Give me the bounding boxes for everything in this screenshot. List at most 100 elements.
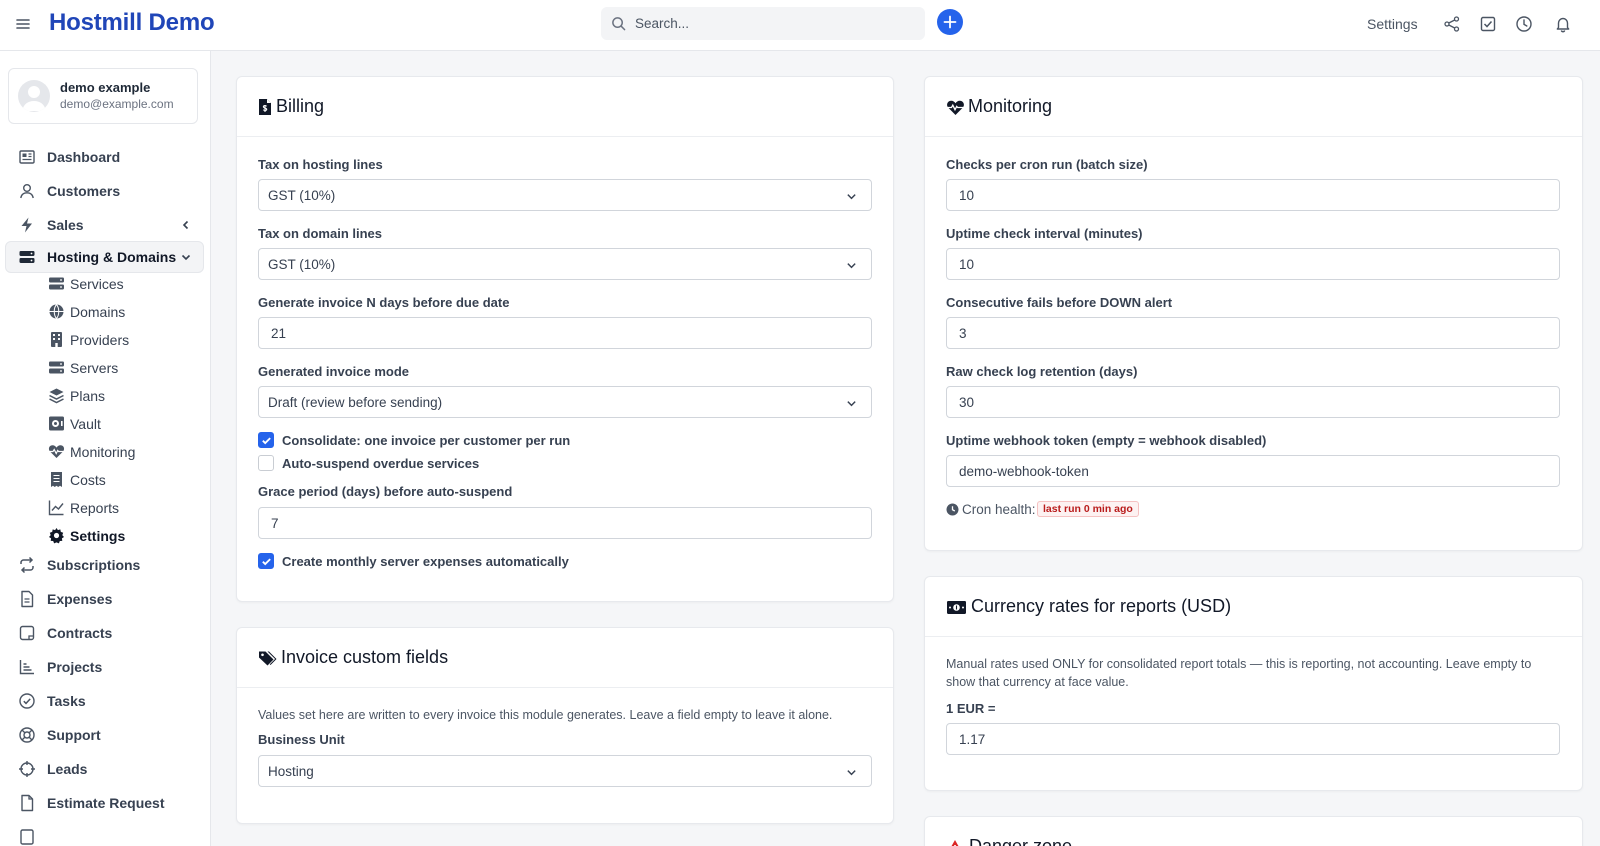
monthly-expenses-label: Create monthly server expenses automatic… [282, 554, 569, 569]
sidebar-item-support[interactable]: Support [5, 719, 204, 751]
log-retention-label: Raw check log retention (days) [946, 364, 1138, 379]
sidebar-item-leads[interactable]: Leads [5, 753, 204, 785]
log-retention-input[interactable]: 30 [946, 386, 1560, 418]
sidebar-item-label: Hosting & Domains [47, 249, 177, 265]
sidebar-item-partial[interactable] [5, 821, 204, 846]
brand-logo[interactable]: Hostmill Demo [49, 9, 215, 37]
invoice-fields-title: Invoice custom fields [281, 647, 449, 667]
checkmark-icon [262, 437, 271, 445]
sidebar-subitem-label: Monitoring [70, 444, 136, 460]
billing-card-title: Billing [276, 96, 325, 116]
invoice-custom-fields-card: Invoice custom fields Values set here ar… [236, 627, 894, 824]
currency-card-header: Currency rates for reports (USD) [925, 577, 1582, 637]
tax-hosting-select[interactable]: GST (10%) [258, 179, 872, 211]
quick-add-button[interactable] [937, 9, 963, 35]
search-input[interactable] [635, 7, 915, 40]
days-before-value: 21 [271, 326, 287, 341]
invoice-mode-label: Generated invoice mode [258, 364, 409, 379]
sidebar-item-sales[interactable]: Sales [5, 209, 204, 241]
sidebar-item-label: Contracts [47, 625, 113, 641]
avatar [18, 80, 50, 112]
billing-card-header: Billing [237, 77, 893, 137]
sidebar-item-tasks[interactable]: Tasks [5, 685, 204, 717]
sidebar-item-label: Estimate Request [47, 795, 165, 811]
clock-icon[interactable] [1515, 15, 1533, 33]
consolidate-label: Consolidate: one invoice per customer pe… [282, 433, 571, 448]
consolidate-checkbox[interactable] [258, 432, 274, 448]
tax-hosting-value: GST (10%) [268, 188, 336, 203]
monitoring-card-title: Monitoring [968, 96, 1053, 116]
monthly-expenses-checkbox[interactable] [258, 553, 274, 569]
search-icon [611, 16, 626, 31]
webhook-token-value: demo-webhook-token [959, 464, 1089, 479]
currency-help: Manual rates used ONLY for consolidated … [946, 657, 1532, 689]
sidebar-item-label: Leads [47, 761, 88, 777]
sidebar-item-label: Subscriptions [47, 557, 141, 573]
consecutive-fails-value: 3 [959, 326, 967, 341]
check-interval-input[interactable]: 10 [946, 248, 1560, 280]
grace-period-input[interactable]: 7 [258, 507, 872, 539]
dashboard-icon [18, 148, 36, 166]
sidebar-subitem-label: Services [70, 276, 124, 292]
user-icon [18, 182, 36, 200]
repeat-icon [18, 556, 36, 574]
sidebar-item-customers[interactable]: Customers [5, 175, 204, 207]
invoice-mode-select[interactable]: Draft (review before sending) [258, 386, 872, 418]
sidebar-subitem-label: Servers [70, 360, 119, 376]
crosshair-icon [18, 760, 36, 778]
sidebar-subitem-label: Reports [70, 500, 120, 516]
chevron-down-icon [846, 767, 857, 778]
webhook-token-input[interactable]: demo-webhook-token [946, 455, 1560, 487]
warning-icon [946, 839, 964, 846]
billing-card: Billing Tax on hosting lines GST (10%) T… [236, 76, 894, 602]
sidebar-subitem-label: Vault [70, 416, 101, 432]
sidebar-item-label: Tasks [47, 693, 86, 709]
invoice-icon [258, 98, 275, 116]
batch-size-value: 10 [959, 188, 975, 203]
cron-status-badge: last run 0 min ago [1037, 501, 1139, 517]
bell-icon[interactable] [1554, 15, 1572, 33]
sidebar-item-subscriptions[interactable]: Subscriptions [5, 549, 204, 581]
heartbeat-icon [48, 443, 65, 460]
days-before-input[interactable]: 21 [258, 317, 872, 349]
eur-rate-input[interactable]: 1.17 [946, 723, 1560, 755]
menu-icon[interactable] [14, 15, 32, 33]
tax-hosting-label: Tax on hosting lines [258, 157, 383, 172]
sidebar-item-expenses[interactable]: Expenses [5, 583, 204, 615]
sidebar-item-label: Projects [47, 659, 103, 675]
clock-icon [946, 503, 959, 516]
lifebuoy-icon [18, 726, 36, 744]
sidebar-item-label: Support [47, 727, 101, 743]
search-box[interactable] [601, 7, 925, 40]
heartbeat-icon [946, 99, 965, 117]
check-interval-label: Uptime check interval (minutes) [946, 226, 1143, 241]
tax-domain-label: Tax on domain lines [258, 226, 383, 241]
chevron-down-icon [846, 191, 857, 202]
batch-size-input[interactable]: 10 [946, 179, 1560, 211]
business-unit-select[interactable]: Hosting [258, 755, 872, 787]
monitoring-card-header: Monitoring [925, 77, 1582, 137]
tax-domain-select[interactable]: GST (10%) [258, 248, 872, 280]
checkbox-icon[interactable] [1479, 15, 1497, 33]
share-icon[interactable] [1443, 15, 1461, 33]
settings-link[interactable]: Settings [1367, 16, 1418, 32]
chevron-left-icon [180, 219, 192, 231]
building-icon [48, 331, 65, 348]
vault-icon [48, 415, 65, 432]
chevron-down-icon [180, 251, 192, 263]
sidebar-item-contracts[interactable]: Contracts [5, 617, 204, 649]
sidebar-subitem-label: Providers [70, 332, 130, 348]
eur-rate-label: 1 EUR = [946, 701, 996, 716]
sidebar-item-estimate-request[interactable]: Estimate Request [5, 787, 204, 819]
bolt-icon [18, 216, 36, 234]
currency-rates-card: Currency rates for reports (USD) Manual … [924, 576, 1583, 791]
autosuspend-label: Auto-suspend overdue services [282, 456, 480, 471]
profile-card[interactable]: demo example demo@example.com [8, 68, 198, 124]
chevron-down-icon [846, 260, 857, 271]
autosuspend-checkbox[interactable] [258, 455, 274, 471]
sidebar-item-hosting-domains[interactable]: Hosting & Domains [5, 241, 204, 273]
consecutive-fails-input[interactable]: 3 [946, 317, 1560, 349]
consecutive-fails-label: Consecutive fails before DOWN alert [946, 295, 1173, 310]
sidebar-item-projects[interactable]: Projects [5, 651, 204, 683]
sidebar-item-dashboard[interactable]: Dashboard [5, 141, 204, 173]
